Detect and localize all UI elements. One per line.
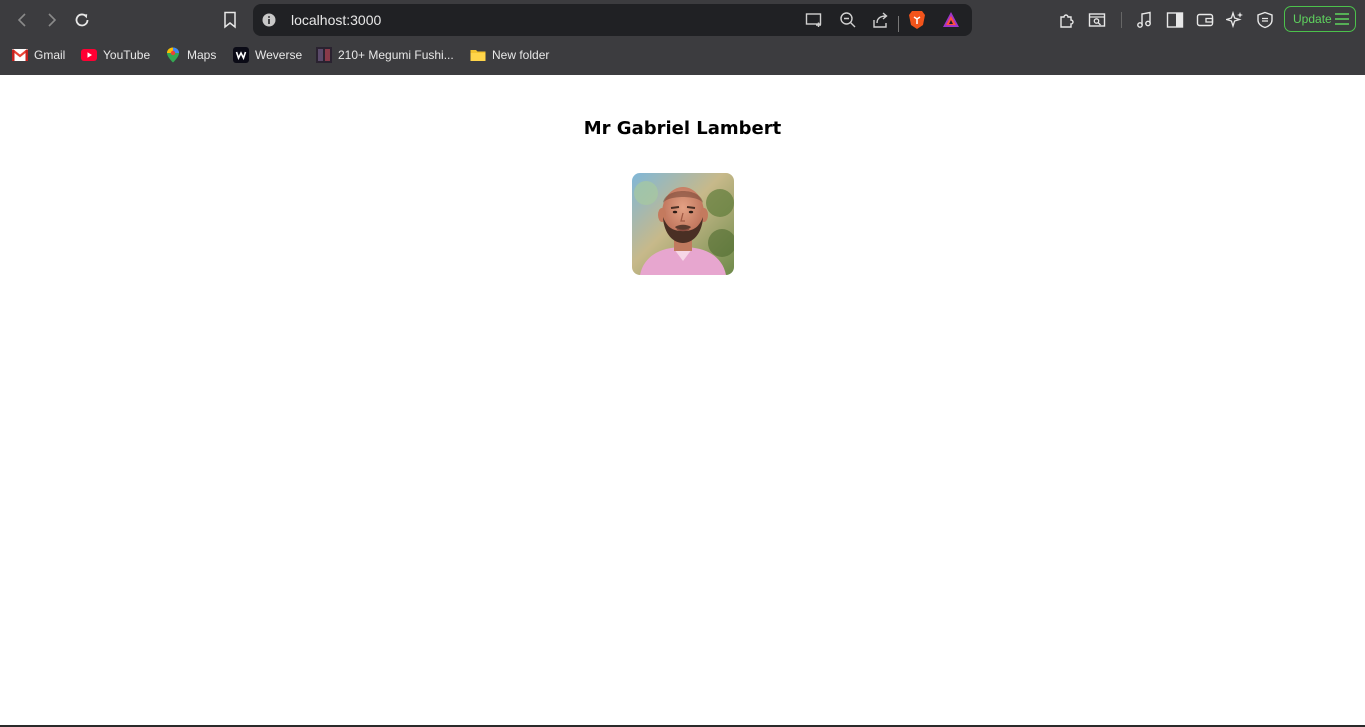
menu-icon xyxy=(1335,13,1349,25)
vpn-button[interactable] xyxy=(1251,6,1279,34)
bookmarks-bar: Gmail YouTube Maps Weverse 210+ Megumi F… xyxy=(0,42,1365,68)
weverse-icon xyxy=(233,47,249,63)
bookmark-weverse[interactable]: Weverse xyxy=(233,45,302,65)
browser-chrome: localhost:3000 Update Gmail YouTube Maps… xyxy=(0,0,1365,75)
folder-icon xyxy=(470,47,486,63)
music-note-icon xyxy=(1137,11,1151,28)
back-button[interactable] xyxy=(8,6,36,34)
forward-button[interactable] xyxy=(38,6,66,34)
puzzle-icon xyxy=(1060,14,1074,28)
youtube-icon xyxy=(81,47,97,63)
bookmark-folder[interactable]: New folder xyxy=(470,45,549,65)
address-bar[interactable]: localhost:3000 xyxy=(253,4,972,36)
reload-button[interactable] xyxy=(68,6,96,34)
leo-ai-button[interactable] xyxy=(1221,6,1249,34)
update-button[interactable]: Update xyxy=(1284,6,1356,32)
sidebar-button[interactable] xyxy=(1161,6,1189,34)
share-icon[interactable] xyxy=(870,9,892,31)
bookmark-label: Gmail xyxy=(34,48,66,62)
media-button[interactable] xyxy=(1131,6,1159,34)
bookmark-maps[interactable]: Maps xyxy=(165,45,216,65)
wallet-button[interactable] xyxy=(1191,6,1219,34)
url-text[interactable]: localhost:3000 xyxy=(291,12,381,28)
reading-mode-button[interactable] xyxy=(1083,6,1111,34)
bookmark-label: New folder xyxy=(492,48,550,62)
gmail-icon xyxy=(12,47,28,63)
extensions-button[interactable] xyxy=(1053,6,1081,34)
search-window-icon xyxy=(1088,13,1106,27)
bookmark-page-button[interactable] xyxy=(216,6,244,34)
bookmark-label: YouTube xyxy=(103,48,151,62)
sparkle-icon xyxy=(1226,11,1243,29)
reload-icon xyxy=(75,13,89,27)
divider xyxy=(898,16,899,32)
brave-shields-icon[interactable] xyxy=(906,9,928,31)
wallet-icon xyxy=(1196,13,1214,27)
chevron-left-icon xyxy=(17,13,26,27)
site-info-icon[interactable] xyxy=(261,12,277,28)
bookmark-gmail[interactable]: Gmail xyxy=(12,45,65,65)
cast-icon[interactable] xyxy=(803,9,825,31)
avatar xyxy=(632,173,734,275)
bookmark-label: Maps xyxy=(187,48,217,62)
zoom-out-icon[interactable] xyxy=(837,9,859,31)
bookmark-icon xyxy=(224,11,236,29)
divider xyxy=(1121,12,1122,28)
bookmark-favicon xyxy=(316,47,332,63)
update-label: Update xyxy=(1293,12,1332,26)
profile-name: Mr Gabriel Lambert xyxy=(583,118,782,139)
sidebar-icon xyxy=(1166,12,1184,28)
chevron-right-icon xyxy=(48,13,57,27)
browser-toolbar: localhost:3000 Update xyxy=(0,0,1365,40)
maps-icon xyxy=(165,47,181,63)
brave-rewards-icon[interactable] xyxy=(940,9,962,31)
profile-photo xyxy=(632,173,734,275)
bookmark-youtube[interactable]: YouTube xyxy=(81,45,150,65)
bookmark-label: Weverse xyxy=(255,48,303,62)
bookmark-label: 210+ Megumi Fushi... xyxy=(338,48,454,62)
shield-icon xyxy=(1257,11,1273,29)
bookmark-megumi[interactable]: 210+ Megumi Fushi... xyxy=(316,45,454,65)
